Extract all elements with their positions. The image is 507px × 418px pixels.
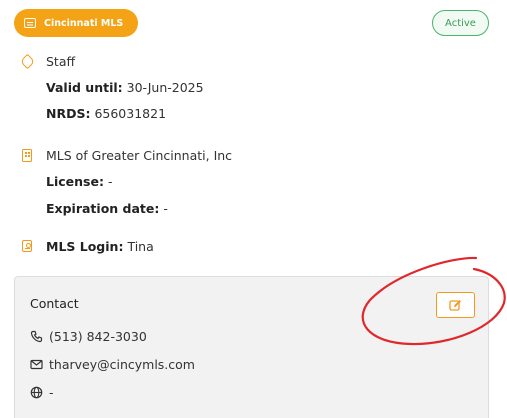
- building-icon: [22, 149, 32, 162]
- tag-icon: [19, 53, 36, 70]
- contact-email: tharvey@cincymls.com: [30, 357, 195, 372]
- expiration-label: Expiration date:: [46, 201, 160, 216]
- contact-website: -: [30, 385, 54, 400]
- contact-phone-value: (513) 842-3030: [49, 329, 147, 344]
- mls-login-value: Tina: [127, 239, 154, 254]
- mail-icon: [30, 359, 43, 370]
- nrds: NRDS: 656031821: [46, 106, 166, 121]
- red-circle-annotation: [361, 256, 506, 346]
- nrds-label: NRDS:: [46, 106, 91, 121]
- mls-badge: Cincinnati MLS: [14, 9, 138, 37]
- expiration-value: -: [163, 201, 168, 216]
- license-label: License:: [46, 174, 104, 189]
- valid-until-value: 30-Jun-2025: [126, 80, 204, 95]
- phone-icon: [30, 330, 43, 343]
- license: License: -: [46, 174, 112, 189]
- id-card-icon: [22, 240, 32, 252]
- expiration-date: Expiration date: -: [46, 201, 168, 216]
- valid-until-label: Valid until:: [46, 80, 123, 95]
- license-value: -: [107, 174, 113, 189]
- status-badge: Active: [432, 10, 489, 36]
- mls-login: MLS Login: Tina: [46, 239, 154, 254]
- badge-label: Cincinnati MLS: [44, 17, 124, 29]
- nrds-value: 656031821: [94, 106, 167, 121]
- role-title: Staff: [46, 54, 76, 69]
- contact-email-value: tharvey@cincymls.com: [49, 357, 195, 372]
- mls-login-label: MLS Login:: [46, 239, 124, 254]
- valid-until: Valid until: 30-Jun-2025: [46, 80, 204, 95]
- contact-website-value: -: [49, 385, 54, 400]
- contact-title: Contact: [30, 296, 79, 311]
- contact-phone: (513) 842-3030: [30, 329, 147, 344]
- card-icon: [24, 18, 36, 28]
- organization-name: MLS of Greater Cincinnati, Inc: [46, 148, 233, 163]
- globe-icon: [30, 386, 43, 399]
